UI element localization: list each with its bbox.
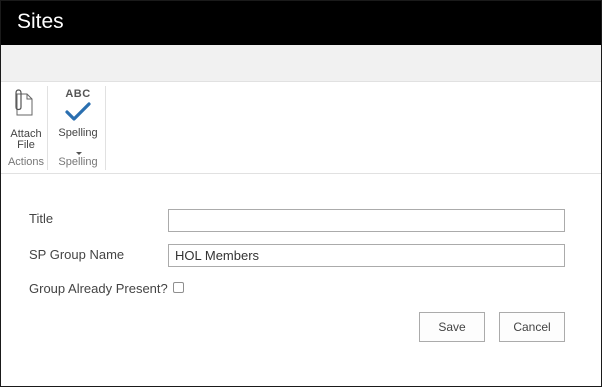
spelling-button[interactable]: ABC Spelling [51,88,105,155]
group-already-present-label: Group Already Present? [29,281,168,296]
page-title: Sites [17,10,64,33]
chevron-down-icon [76,143,82,155]
title-label: Title [29,211,54,226]
save-button[interactable]: Save [419,312,485,342]
abc-icon-text: ABC [65,88,91,100]
sp-group-name-label: SP Group Name [29,247,125,262]
group-already-present-checkbox[interactable] [173,282,184,293]
ribbon-group-label-actions: Actions [7,156,45,168]
title-input[interactable] [168,209,565,232]
cancel-button[interactable]: Cancel [499,312,565,342]
spelling-label: Spelling [58,127,98,139]
title-bar: Sites [1,1,601,45]
attach-file-label-line2: File [17,139,35,151]
attach-file-icon [12,89,34,117]
dialog-window: Sites Attach File Actions ABC Spelling S… [0,0,602,387]
ribbon: Attach File Actions ABC Spelling Spellin… [1,82,601,174]
ribbon-group-spelling: ABC Spelling Spelling [51,86,106,170]
ribbon-group-label-spelling: Spelling [58,156,98,168]
attach-file-button[interactable]: Attach File [5,88,47,154]
ribbon-tab-bar [1,45,601,82]
sp-group-name-input[interactable] [168,244,565,267]
ribbon-group-actions: Attach File Actions [5,86,48,170]
spell-check-icon [65,102,91,122]
